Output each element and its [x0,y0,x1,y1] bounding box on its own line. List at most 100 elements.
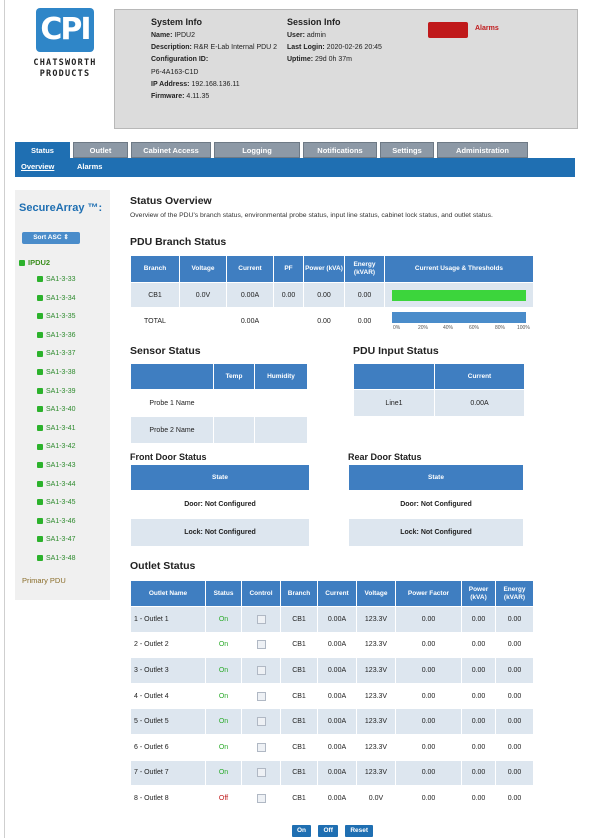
table-row: 7 - Outlet 7 On CB1 0.00A 123.3V 0.00 0.… [130,759,534,787]
status-dot-icon [37,276,43,283]
tree-item[interactable]: SA1-3-37 [37,349,76,368]
outlet-select-checkbox[interactable] [256,793,266,803]
session-info: Session Info User: admin Last Login: 202… [287,17,382,64]
table-row: 2 - Outlet 2 On CB1 0.00A 123.3V 0.00 0.… [130,631,534,659]
logo-text: CHATSWORTH PRODUCTS [33,58,97,79]
table-row: 6 - Outlet 6 On CB1 0.00A 123.3V 0.00 0.… [130,733,534,761]
securearray-title: SecureArray ™: [19,202,103,214]
tab-administration[interactable]: Administration [437,142,528,158]
sidebar: SecureArray ™: Sort ASC ⇕ IPDU2 SA1-3-33… [15,190,110,600]
outlet-select-checkbox[interactable] [256,640,266,650]
subnav-overview[interactable]: Overview [21,162,54,171]
status-dot-icon [37,406,43,413]
status-dot-icon [37,462,43,469]
table-row: Probe 2 Name [130,416,308,444]
tree-item[interactable]: SA1-3-46 [37,517,76,536]
tree-item[interactable]: SA1-3-43 [37,461,76,480]
outlet-select-checkbox[interactable] [256,665,266,675]
tree-item[interactable]: SA1-3-45 [37,498,76,517]
table-row: CB1 0.0V 0.00A 0.00 0.00 0.00 [130,282,534,308]
primary-pdu-label: Primary PDU [22,576,66,585]
front-door-table: State Door: Not Configured Lock: Not Con… [130,464,310,547]
status-dot-icon [37,499,43,506]
cpi-logo-mark: CPI [36,8,94,52]
table-row: 4 - Outlet 4 On CB1 0.00A 123.3V 0.00 0.… [130,682,534,710]
tree-item[interactable]: SA1-3-35 [37,312,76,331]
table-row: 1 - Outlet 1 On CB1 0.00A 123.3V 0.00 0.… [130,606,534,633]
outlet-select-checkbox[interactable] [256,614,266,624]
sensor-status-title: Sensor Status [130,345,201,357]
tree-item[interactable]: SA1-3-42 [37,442,76,461]
main-tabs: Status Outlet Cabinet Access Logging Not… [15,142,575,158]
status-dot-icon [37,294,43,301]
outlet-reset-button[interactable]: Reset [345,825,374,837]
status-overview-title: Status Overview [130,195,212,207]
tree-item[interactable]: SA1-3-41 [37,424,76,443]
tab-logging[interactable]: Logging [214,142,300,158]
tree-item[interactable]: SA1-3-36 [37,331,76,350]
tab-status[interactable]: Status [15,142,70,158]
info-panel: System Info Name: IPDU2 Description: R&R… [114,9,578,129]
tree-item[interactable]: SA1-3-33 [37,275,76,294]
status-dot-icon [19,260,25,267]
outlet-select-checkbox[interactable] [256,742,266,752]
table-row: 5 - Outlet 5 On CB1 0.00A 123.3V 0.00 0.… [130,708,534,735]
table-row: Door: Not Configured [348,490,524,519]
status-dot-icon [37,555,43,562]
threshold-scale: 0% 20% 40% 60% 80% 100% [393,325,530,331]
status-dot-icon [37,536,43,543]
tab-outlet[interactable]: Outlet [73,142,128,158]
tree-item[interactable]: SA1-3-38 [37,368,76,387]
alarm-indicator[interactable] [428,22,468,38]
outlet-on-button[interactable]: On [292,825,312,837]
tab-cabinet-access[interactable]: Cabinet Access [131,142,211,158]
pdu-tree: SA1-3-33 SA1-3-34 SA1-3-35 SA1-3-36 SA1-… [37,275,76,573]
table-row: Line1 0.00A [353,389,525,417]
page-left-border [4,0,5,838]
alarms-link[interactable]: Alarms [475,25,499,32]
tree-root-ipdu2[interactable]: IPDU2 [19,258,50,267]
table-row: Lock: Not Configured [130,518,310,547]
rear-door-table: State Door: Not Configured Lock: Not Con… [348,464,524,547]
tree-item[interactable]: SA1-3-47 [37,535,76,554]
threshold-bar [392,312,526,323]
status-dot-icon [37,369,43,376]
tree-item[interactable]: SA1-3-44 [37,480,76,499]
brand-logo: CPI CHATSWORTH PRODUCTS [28,8,102,80]
sort-asc-button[interactable]: Sort ASC ⇕ [22,232,80,244]
status-dot-icon [37,313,43,320]
table-row: 3 - Outlet 3 On CB1 0.00A 123.3V 0.00 0.… [130,657,534,684]
tab-notifications[interactable]: Notifications [303,142,377,158]
table-row: Door: Not Configured [130,490,310,519]
status-dot-icon [37,387,43,394]
tab-settings[interactable]: Settings [380,142,434,158]
rear-door-title: Rear Door Status [348,452,422,462]
outlet-action-buttons: On Off Reset [292,819,376,837]
outlet-status-title: Outlet Status [130,560,196,572]
front-door-title: Front Door Status [130,452,207,462]
outlet-select-checkbox[interactable] [256,768,266,778]
outlet-off-button[interactable]: Off [318,825,338,837]
tree-item[interactable]: SA1-3-48 [37,554,76,573]
sub-navigation: Overview Alarms [15,158,575,177]
outlet-select-checkbox[interactable] [256,717,266,727]
current-usage-bar [392,289,526,301]
sensor-status-table: Temp Humidity Probe 1 Name Probe 2 Name [130,363,308,444]
status-overview-desc: Overview of the PDU's branch status, env… [130,212,493,219]
outlet-status-table: Outlet Name Status Control Branch Curren… [130,580,534,812]
tree-item[interactable]: SA1-3-40 [37,405,76,424]
tree-item[interactable]: SA1-3-39 [37,387,76,406]
table-row: Lock: Not Configured [348,518,524,547]
status-dot-icon [37,480,43,487]
tree-item[interactable]: SA1-3-34 [37,294,76,313]
input-status-title: PDU Input Status [353,345,439,357]
outlet-select-checkbox[interactable] [256,691,266,701]
subnav-alarms[interactable]: Alarms [77,162,102,171]
status-dot-icon [37,517,43,524]
system-info: System Info Name: IPDU2 Description: R&R… [151,17,278,101]
table-row: 8 - Outlet 8 Off CB1 0.00A 0.0V 0.00 0.0… [130,785,534,812]
table-row: Probe 1 Name [130,389,308,417]
branch-status-table: Branch Voltage Current PF Power (kVA) En… [130,255,534,335]
branch-status-title: PDU Branch Status [130,236,227,248]
input-status-table: Current Line1 0.00A [353,363,525,417]
